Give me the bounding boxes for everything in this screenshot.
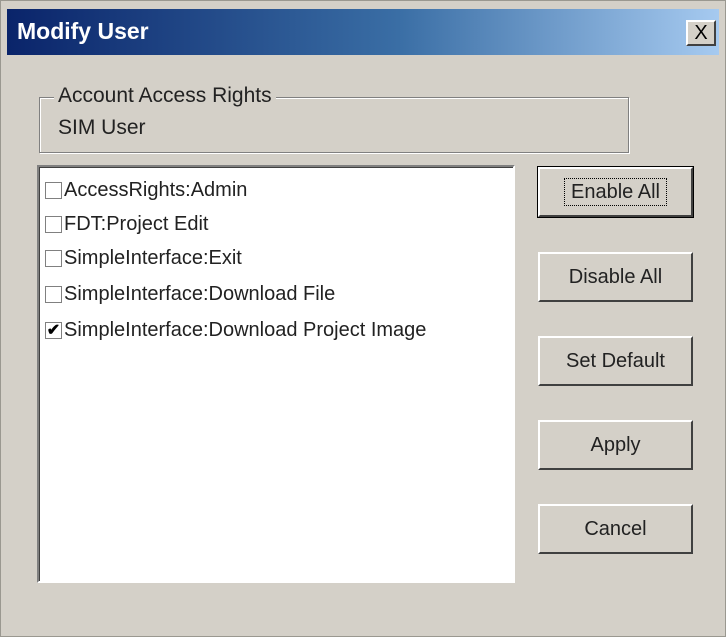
permission-label: FDT:Project Edit [64, 212, 209, 235]
apply-button[interactable]: Apply [538, 420, 693, 470]
permissions-list[interactable]: AccessRights:Admin FDT:Project Edit Simp… [37, 165, 515, 583]
permission-label: SimpleInterface:Exit [64, 246, 242, 269]
title-bar[interactable]: Modify User X [7, 9, 719, 55]
checkbox-unchecked[interactable] [45, 215, 62, 233]
set-default-button[interactable]: Set Default [538, 336, 693, 386]
enable-all-label: Enable All [564, 177, 667, 206]
enable-all-button[interactable]: Enable All [537, 166, 694, 218]
cancel-label: Cancel [584, 517, 647, 540]
close-button[interactable]: X [686, 20, 716, 46]
checkbox-checked[interactable]: ✔ [45, 321, 62, 339]
apply-label: Apply [590, 433, 641, 456]
list-item[interactable]: FDT:Project Edit [45, 209, 208, 239]
account-type-value: SIM User [58, 116, 146, 139]
group-legend: Account Access Rights [54, 84, 276, 108]
set-default-label: Set Default [566, 349, 665, 372]
list-item[interactable]: ✔ SimpleInterface:Download Project Image [45, 315, 426, 345]
permission-label: AccessRights:Admin [64, 178, 248, 201]
permission-label: SimpleInterface:Download Project Image [64, 318, 427, 341]
disable-all-label: Disable All [568, 265, 663, 288]
account-access-rights-group: Account Access Rights SIM User [39, 84, 629, 153]
window-title: Modify User [17, 18, 149, 44]
checkbox-unchecked[interactable] [45, 181, 62, 199]
cancel-button[interactable]: Cancel [538, 504, 693, 554]
list-item[interactable]: SimpleInterface:Download File [45, 279, 335, 309]
close-icon: X [694, 22, 708, 44]
checkbox-unchecked[interactable] [45, 249, 62, 267]
list-item[interactable]: SimpleInterface:Exit [45, 243, 242, 273]
modify-user-dialog: Modify User X Account Access Rights SIM … [0, 0, 726, 637]
permission-label: SimpleInterface:Download File [64, 282, 336, 305]
checkbox-unchecked[interactable] [45, 285, 62, 303]
disable-all-button[interactable]: Disable All [538, 252, 693, 302]
list-item[interactable]: AccessRights:Admin [45, 175, 247, 205]
